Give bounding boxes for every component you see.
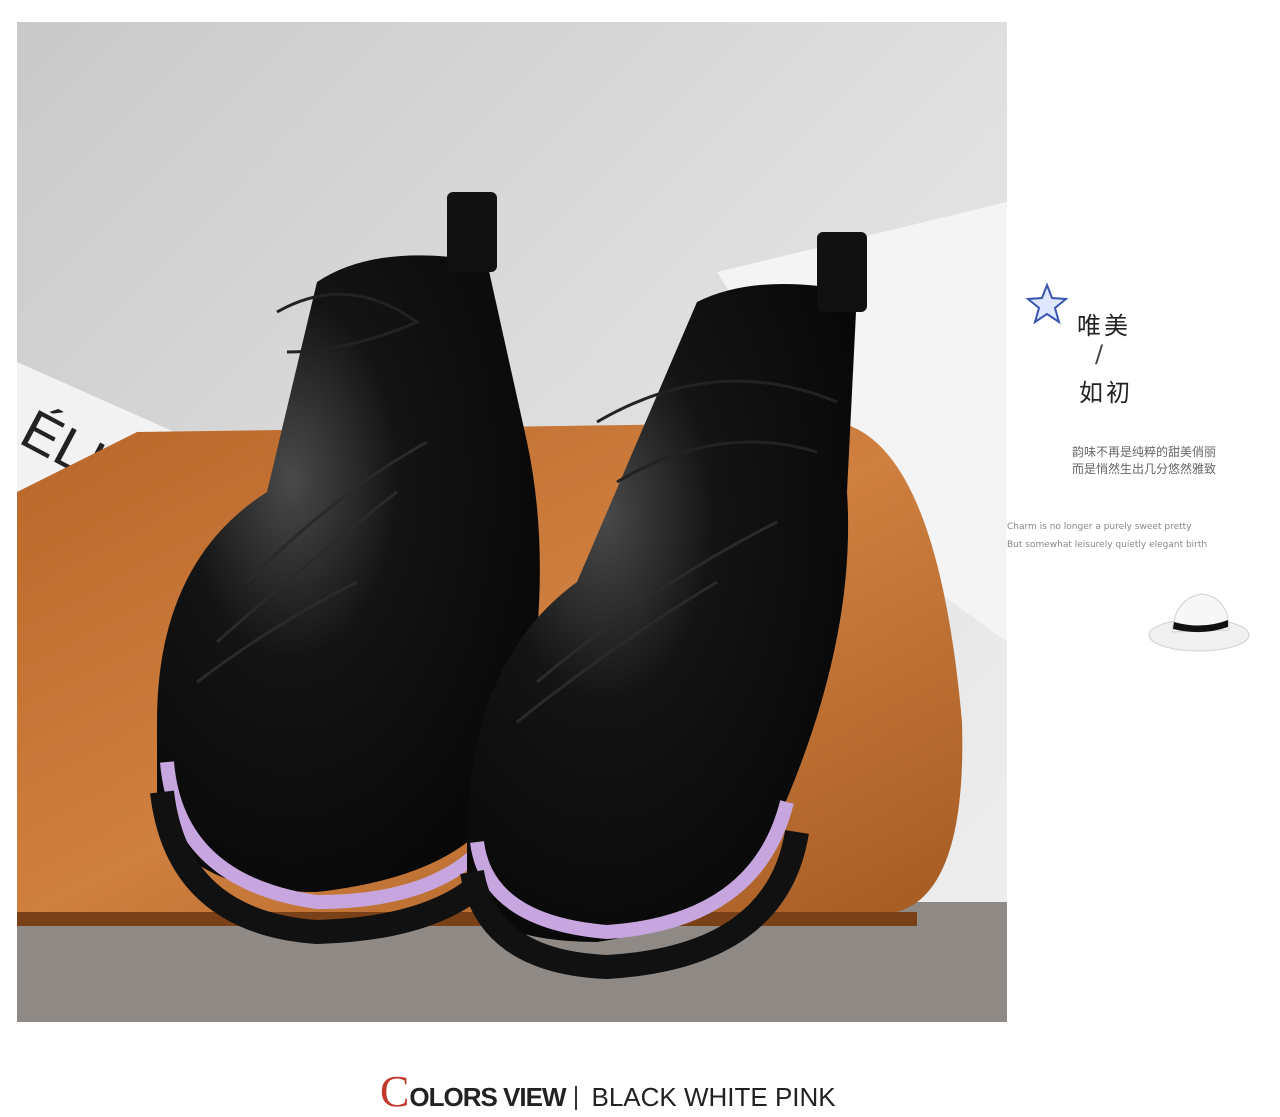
title-line-1: 唯美 [1077,312,1131,340]
side-panel: 唯美 / 如初 韵味不再是纯粹的甜美俏丽 而是悄然生出几分悠然雅致 Charm … [1007,0,1280,1030]
chinese-line-2: 而是悄然生出几分悠然雅致 [1071,462,1216,476]
boots-photo: ÉLINE [17,22,1007,1022]
heading-initial: C [380,1067,410,1116]
heading-text: OLORS VIEW [409,1082,566,1112]
chinese-description: 韵味不再是纯粹的甜美俏丽 而是悄然生出几分悠然雅致 [1029,444,1259,478]
chinese-line-1: 韵味不再是纯粹的甜美俏丽 [1071,445,1216,459]
divider [575,1086,578,1110]
colors-view-heading: COLORS VIEW BLACK WHITE PINK [380,1066,836,1116]
english-line-2: But somewhat leisurely quietly elegant b… [1007,540,1208,550]
hat-icon [1148,593,1250,652]
english-line-1: Charm is no longer a purely sweet pretty [1007,522,1192,532]
title-separator: / [1095,340,1104,368]
title-line-2: 如初 [1079,379,1133,407]
starfish-icon [1025,282,1069,325]
english-description: Charm is no longer a purely sweet pretty… [1007,518,1280,554]
color-list: BLACK WHITE PINK [591,1082,836,1112]
product-photo: ÉLINE [17,22,1007,1022]
